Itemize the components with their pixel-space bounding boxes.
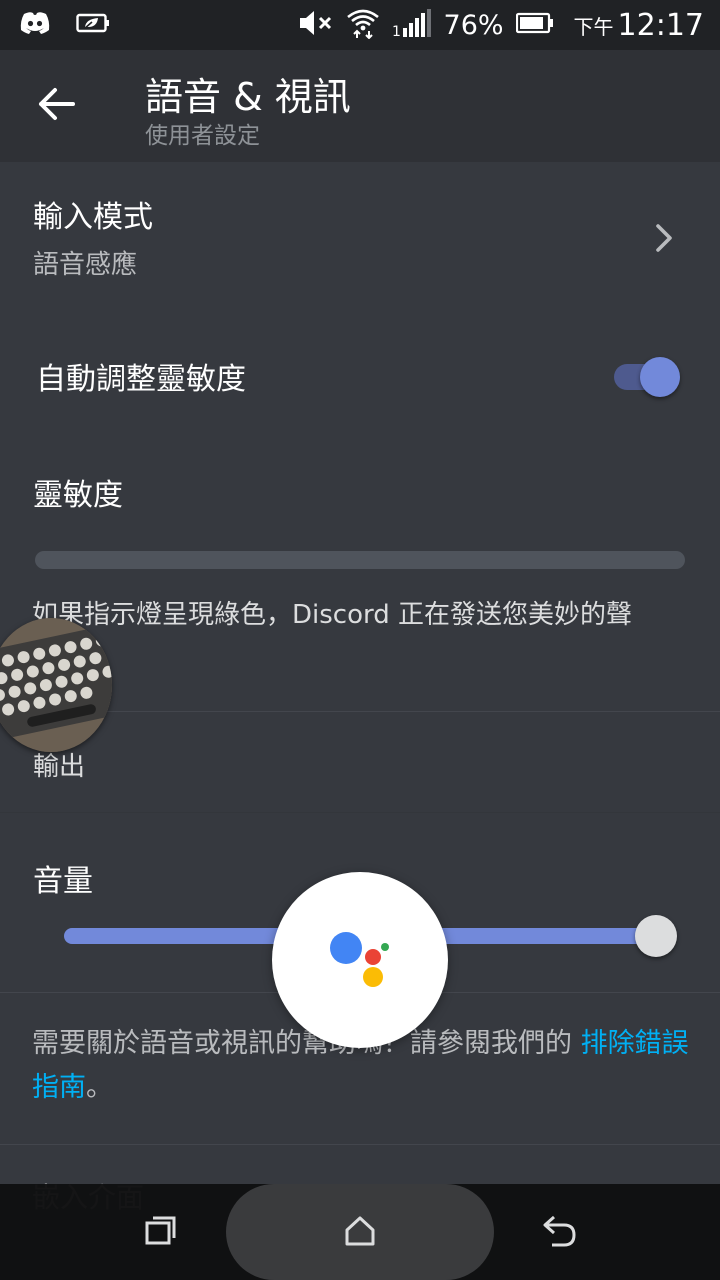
output-section-title: 輸出 <box>33 752 86 782</box>
page-title: 語音 & 視訊 <box>145 75 351 119</box>
input-mode-value: 語音感應 <box>33 250 138 280</box>
home-button[interactable] <box>335 1210 385 1256</box>
leaf-battery-saver-icon <box>76 11 110 39</box>
back-nav-button[interactable] <box>534 1210 584 1256</box>
input-mode-title: 輸入模式 <box>33 200 153 235</box>
signal-icon: 1 <box>392 8 432 42</box>
volume-label: 音量 <box>33 864 93 899</box>
google-assistant-button[interactable] <box>272 872 448 1048</box>
status-bar-left <box>20 0 110 50</box>
svg-text:1: 1 <box>392 24 401 38</box>
section-divider <box>0 711 720 712</box>
toggle-knob <box>640 357 680 397</box>
status-bar: 1 76% 下午 12:17 <box>0 0 720 50</box>
input-mode-row[interactable] <box>0 162 720 312</box>
section-divider-embed <box>0 1144 720 1145</box>
status-ampm: 下午 <box>573 14 614 39</box>
sensitivity-meter[interactable] <box>35 551 685 569</box>
recent-apps-icon <box>144 1215 178 1251</box>
recent-apps-button[interactable] <box>136 1210 186 1256</box>
discord-icon <box>20 11 50 39</box>
status-time: 12:17 <box>617 7 704 43</box>
sensitivity-hint: 如果指示燈呈現綠色，Discord 正在發送您美妙的聲音。 <box>32 600 632 666</box>
sensitivity-label: 靈敏度 <box>33 478 123 513</box>
chevron-right-icon <box>650 222 678 254</box>
wifi-icon <box>346 7 380 43</box>
help-text-end: 。 <box>86 1072 113 1103</box>
back-button[interactable] <box>30 80 82 132</box>
arrow-left-icon <box>37 87 75 125</box>
status-bar-right: 1 76% 下午 12:17 <box>298 0 704 50</box>
page-subtitle: 使用者設定 <box>145 123 260 149</box>
help-text-body: 需要關於語音或視訊的幫助嗎？請參閱我們的 <box>32 1028 572 1059</box>
mute-icon <box>298 8 334 42</box>
battery-icon <box>515 12 554 38</box>
keyboard-photo-bubble[interactable] <box>0 618 112 752</box>
auto-sensitivity-label: 自動調整靈敏度 <box>36 362 246 397</box>
home-icon <box>344 1215 376 1251</box>
app-header: 語音 & 視訊 使用者設定 <box>0 50 720 162</box>
auto-sensitivity-toggle[interactable] <box>612 356 680 398</box>
battery-percent: 76% <box>443 9 504 41</box>
volume-slider-thumb[interactable] <box>635 915 677 957</box>
back-icon <box>540 1214 578 1252</box>
section-divider-output <box>0 812 720 813</box>
